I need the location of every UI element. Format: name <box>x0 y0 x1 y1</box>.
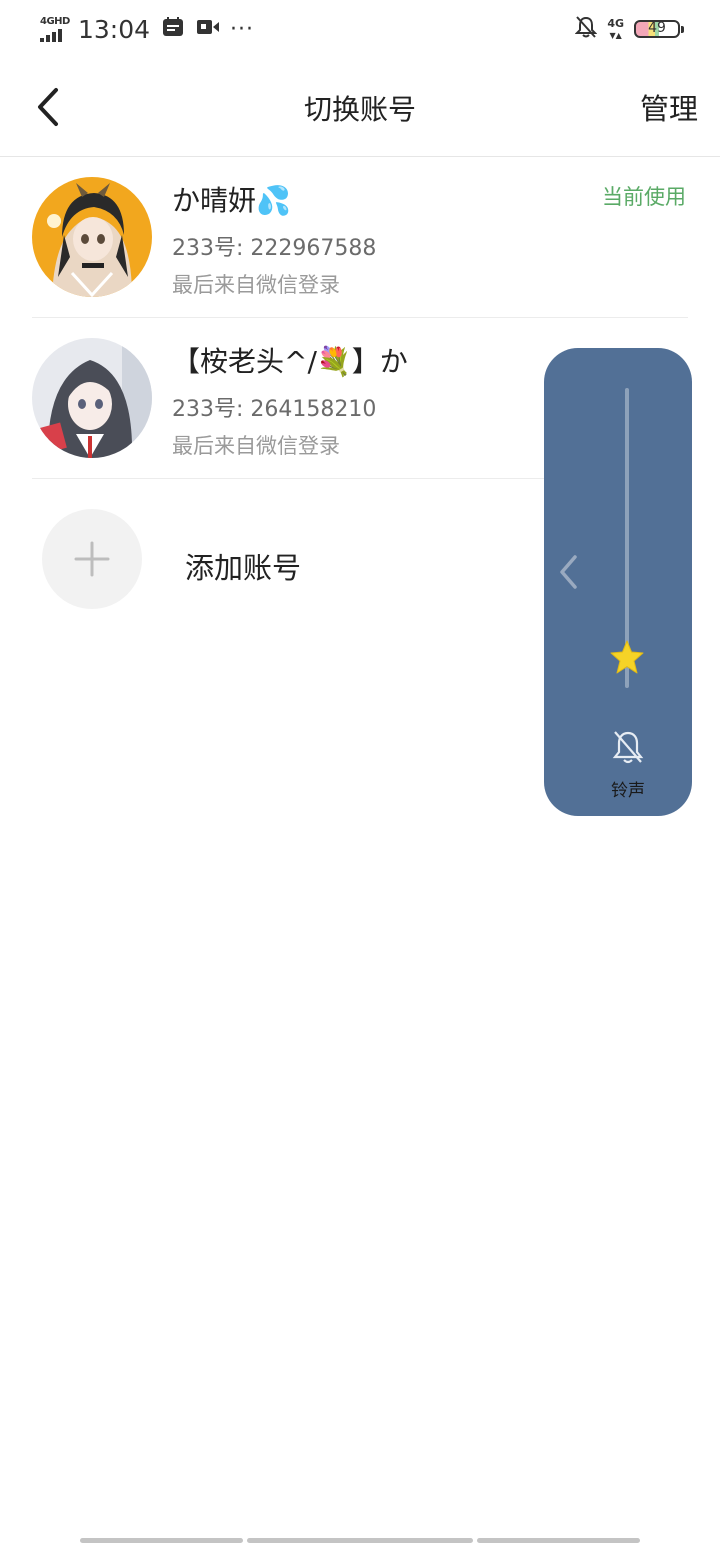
account-login-source: 最后来自微信登录 <box>172 273 340 297</box>
status-bar: 4GHD 13:04 ··· 4G ▼▲ 49 <box>0 0 720 58</box>
mobile-data-icon: 4G ▼▲ <box>607 16 624 40</box>
ringtone-label: 铃声 <box>611 781 645 801</box>
mute-bell-icon <box>574 15 598 43</box>
volume-panel: 铃声 <box>544 348 692 816</box>
manage-button[interactable]: 管理 <box>640 86 698 128</box>
avatar <box>32 177 152 297</box>
more-status-icon: ··· <box>230 16 255 42</box>
nav-bar-segment[interactable] <box>477 1538 640 1543</box>
account-name: か晴妍💦 <box>172 184 291 217</box>
calendar-icon <box>162 17 184 41</box>
avatar <box>32 338 152 458</box>
add-account-button[interactable]: 添加账号 <box>42 509 442 609</box>
chevron-left-icon <box>560 555 577 589</box>
current-use-badge: 当前使用 <box>602 185 686 209</box>
account-id: 233号: 222967588 <box>172 236 377 261</box>
battery-icon: 49 <box>634 20 684 38</box>
add-account-label: 添加账号 <box>185 551 302 585</box>
status-time: 13:04 <box>78 14 151 44</box>
volume-slider-thumb[interactable] <box>608 639 646 677</box>
page-title: 切换账号 <box>303 93 416 126</box>
account-item[interactable]: か晴妍💦 233号: 222967588 最后来自微信登录 当前使用 <box>32 157 688 318</box>
nav-bar-segment[interactable] <box>247 1538 473 1543</box>
signal-icon: 4GHD <box>40 16 70 42</box>
network-type: 4GHD <box>40 16 70 27</box>
nav-bar-segment[interactable] <box>80 1538 243 1543</box>
account-login-source: 最后来自微信登录 <box>172 434 340 458</box>
video-icon <box>196 18 220 40</box>
add-circle <box>42 509 142 609</box>
ringtone-muted-icon[interactable] <box>610 728 646 766</box>
collapse-panel-button[interactable] <box>554 552 584 592</box>
plus-icon <box>74 541 110 577</box>
header: 切换账号 管理 <box>0 58 720 157</box>
account-name: 【桉老头^/💐】か <box>172 345 408 378</box>
star-icon <box>610 640 644 674</box>
account-id: 233号: 264158210 <box>172 397 377 422</box>
